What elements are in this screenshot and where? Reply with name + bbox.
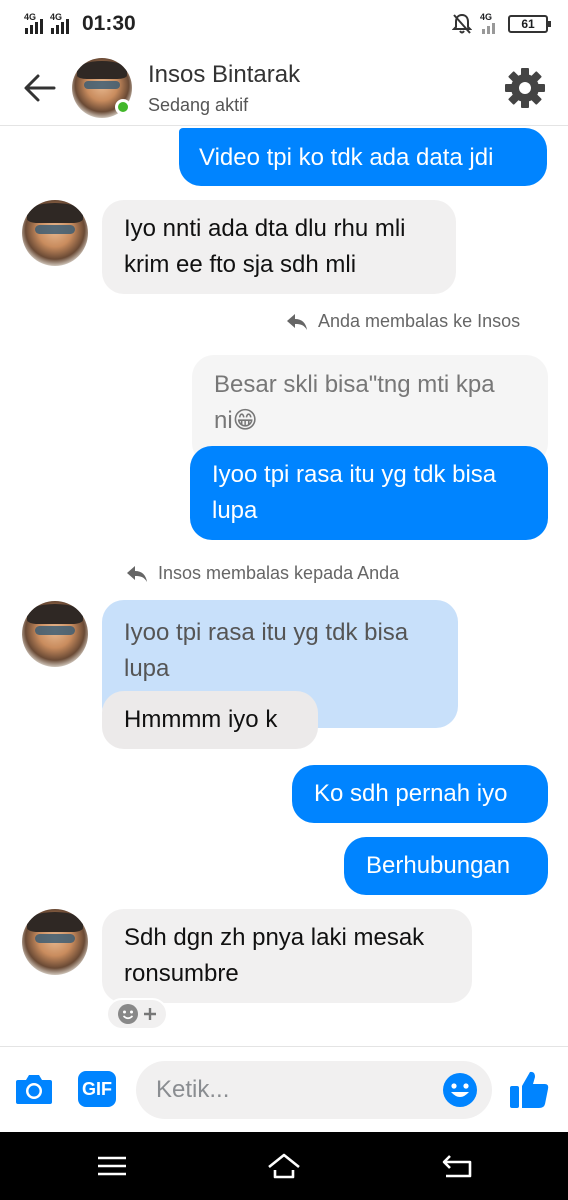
message-composer: GIF: [0, 1046, 568, 1133]
gear-icon[interactable]: [504, 67, 546, 109]
reply-indicator: Insos membalas kepada Anda: [126, 563, 399, 584]
message-outgoing[interactable]: Video tpi ko tdk ada data jdi: [179, 128, 547, 186]
contact-status: Sedang aktif: [148, 95, 249, 115]
reply-indicator: Anda membalas ke Insos: [286, 311, 520, 332]
conversation-header: Insos Bintarak Sedang aktif: [0, 50, 568, 126]
contact-name[interactable]: Insos Bintarak: [148, 61, 300, 89]
reply-icon: [127, 565, 147, 582]
menu-icon[interactable]: [94, 1150, 130, 1182]
signal-icon-1: 4G: [24, 12, 46, 34]
gif-button[interactable]: GIF: [78, 1071, 116, 1107]
message-outgoing[interactable]: Ko sdh pernah iyo: [292, 765, 548, 823]
emoji-icon[interactable]: [442, 1072, 478, 1108]
battery-icon: 61: [508, 15, 551, 33]
system-navigation-bar: [0, 1132, 568, 1200]
message-outgoing[interactable]: Iyoo tpi rasa itu yg tdk bisa lupa: [190, 446, 548, 540]
plus-icon: [144, 1008, 156, 1020]
mute-notification-icon: [452, 13, 472, 34]
message-incoming[interactable]: Hmmmm iyo k: [102, 691, 318, 749]
sender-avatar[interactable]: [22, 909, 88, 975]
sender-avatar[interactable]: [22, 601, 88, 667]
signal-icon-2: 4G: [50, 12, 72, 34]
signal-icon-3: 4G: [480, 12, 500, 34]
status-bar: 4G 4G 01:30 4G 61: [0, 0, 568, 50]
online-indicator: [115, 99, 131, 115]
sender-avatar[interactable]: [22, 200, 88, 266]
message-incoming[interactable]: Sdh dgn zh pnya laki mesak ronsumbre: [102, 909, 472, 1003]
return-icon[interactable]: [440, 1150, 476, 1182]
status-time: 01:30: [82, 12, 136, 35]
message-incoming[interactable]: Iyo nnti ada dta dlu rhu mli krim ee fto…: [102, 200, 456, 294]
reply-icon: [287, 313, 307, 330]
message-input[interactable]: [136, 1061, 492, 1119]
add-reaction-button[interactable]: [106, 998, 168, 1030]
home-icon[interactable]: [266, 1150, 302, 1182]
thumbs-up-icon[interactable]: [508, 1069, 550, 1111]
smiley-icon: [118, 1004, 138, 1024]
back-arrow-icon[interactable]: [22, 70, 58, 106]
camera-icon[interactable]: [14, 1071, 54, 1107]
message-outgoing[interactable]: Berhubungan: [344, 837, 548, 895]
